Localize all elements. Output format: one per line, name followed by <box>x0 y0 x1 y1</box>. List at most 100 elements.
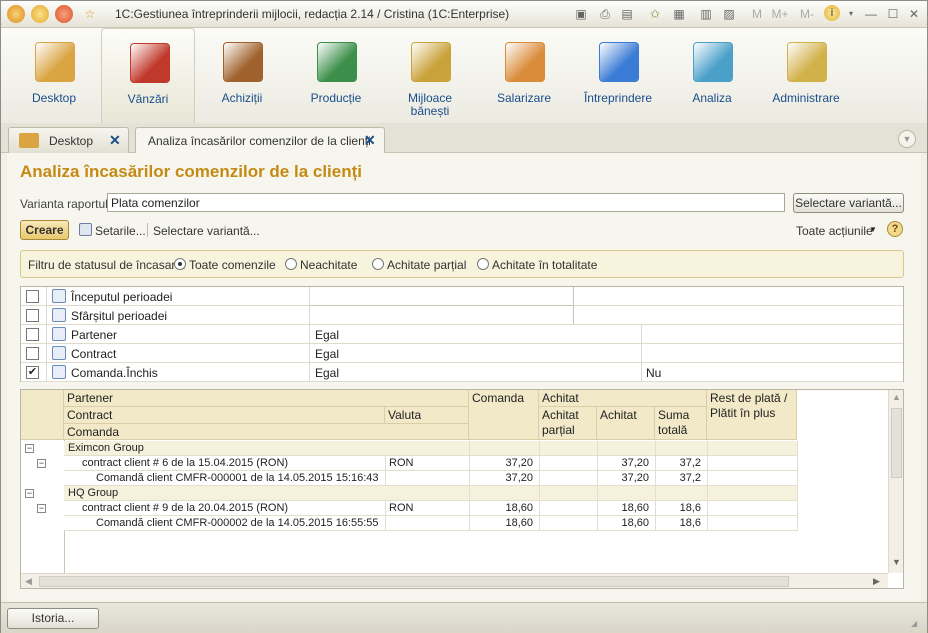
app-logo-icon[interactable] <box>7 5 25 23</box>
status-radio-label[interactable]: Achitate parțial <box>387 258 466 272</box>
all-actions-chevron-down-icon[interactable]: ▼ <box>869 225 877 234</box>
section-analysis-chart[interactable]: Analiza <box>665 28 759 123</box>
filter-label: Filtru de statusul de încasare: <box>28 258 186 272</box>
add-favorite-icon[interactable]: ✩ <box>647 6 663 22</box>
report-group-row[interactable] <box>64 486 797 501</box>
status-radio-label[interactable]: Toate comenzile <box>189 258 276 272</box>
status-radio-1[interactable] <box>285 258 297 270</box>
settings-field-name: Sfârșitul perioadei <box>71 309 168 323</box>
vertical-scrollbar[interactable]: ▲ ▼ <box>888 390 903 573</box>
tab-list-dropdown-icon[interactable]: ▼ <box>898 130 916 148</box>
report-cell-suma: 37,2 <box>679 457 701 469</box>
report-grid-line <box>539 501 540 516</box>
preview-icon[interactable]: ▤ <box>619 6 635 22</box>
print-icon[interactable]: ⎙ <box>597 6 613 22</box>
status-radio-3[interactable] <box>477 258 489 270</box>
favorite-icon[interactable]: ☆ <box>82 6 98 22</box>
history-button[interactable]: Istoria... <box>7 608 99 629</box>
favorites-icon[interactable]: ▦ <box>671 6 687 22</box>
period-date-field[interactable] <box>310 305 574 324</box>
scroll-right-icon[interactable]: ▶ <box>873 576 880 587</box>
select-variant-link[interactable]: Selectare variantă... <box>153 224 260 238</box>
settings-value[interactable]: Nu <box>646 366 661 380</box>
scroll-thumb-v[interactable] <box>891 408 902 478</box>
payroll-person-icon <box>505 42 545 82</box>
section-payroll-person[interactable]: Salarizare <box>477 28 571 123</box>
calculator-icon[interactable]: ▥ <box>698 6 714 22</box>
scroll-thumb-h[interactable] <box>39 576 789 587</box>
horizontal-scrollbar[interactable]: ◀ ▶ <box>21 573 888 588</box>
settings-condition[interactable]: Egal <box>315 366 339 380</box>
section-desktop[interactable]: Desktop <box>7 28 101 123</box>
report-grid-line <box>597 486 598 501</box>
section-production[interactable]: Producție <box>289 28 383 123</box>
save-icon[interactable]: ▣ <box>573 6 589 22</box>
memory-m-button[interactable]: M <box>749 6 765 22</box>
report-grid-line <box>797 456 798 471</box>
menu-icon[interactable] <box>31 5 49 23</box>
info-icon[interactable]: i <box>824 5 840 21</box>
report-row-name: HQ Group <box>68 487 119 499</box>
expand-collapse-icon[interactable]: − <box>25 489 34 498</box>
report-group-row[interactable] <box>64 441 797 456</box>
tab-report-close-icon[interactable]: ✕ <box>364 132 376 149</box>
tab-desktop[interactable]: Desktop ✕ <box>8 127 129 153</box>
section-administration-db[interactable]: Administrare <box>759 28 853 123</box>
tab-bar: Desktop ✕ Analiza încasărilor comenzilor… <box>1 123 927 153</box>
expand-collapse-icon[interactable]: − <box>37 504 46 513</box>
variant-field[interactable]: Plata comenzilor <box>107 193 785 212</box>
status-radio-2[interactable] <box>372 258 384 270</box>
section-money[interactable]: Mijloace bănești <box>383 28 477 123</box>
maximize-icon[interactable]: ☐ <box>885 6 901 22</box>
help-icon[interactable]: ? <box>887 221 903 237</box>
filter-field-icon <box>52 346 66 360</box>
close-icon[interactable]: ✕ <box>906 6 922 22</box>
settings-link[interactable]: Setarile... <box>95 224 146 238</box>
calendar-icon[interactable]: ▨ <box>721 6 737 22</box>
section-purchases-boxes[interactable]: Achiziții <box>195 28 289 123</box>
tab-report[interactable]: Analiza încasărilor comenzilor de la cli… <box>135 127 385 153</box>
section-sales-basket[interactable]: Vânzări <box>101 28 195 123</box>
desktop-tab-icon <box>19 133 39 148</box>
toolbar-divider <box>147 223 148 237</box>
production-icon <box>317 42 357 82</box>
report-grid-line <box>797 441 798 456</box>
info-menu-icon[interactable]: ▾ <box>843 6 859 22</box>
report-grid-line <box>469 516 470 531</box>
section-enterprise-building[interactable]: Întreprindere <box>571 28 665 123</box>
expand-collapse-icon[interactable]: − <box>37 459 46 468</box>
scroll-left-icon[interactable]: ◀ <box>25 576 32 587</box>
scroll-up-icon[interactable]: ▲ <box>892 392 901 402</box>
settings-checkbox[interactable] <box>26 328 39 341</box>
report-grid-line <box>539 486 540 501</box>
report-grid-line <box>597 441 598 456</box>
desktop-icon <box>35 42 75 82</box>
all-actions-menu[interactable]: Toate acțiunile <box>796 224 873 238</box>
tab-desktop-close-icon[interactable]: ✕ <box>109 132 121 149</box>
create-button[interactable]: Creare <box>20 220 69 240</box>
settings-checkbox[interactable] <box>26 347 39 360</box>
status-radio-label[interactable]: Neachitate <box>300 258 357 272</box>
enterprise-building-icon <box>599 42 639 82</box>
settings-checkbox[interactable]: ✔ <box>26 366 39 379</box>
status-radio-0[interactable] <box>174 258 186 270</box>
settings-icon[interactable] <box>79 223 92 236</box>
settings-col-divider <box>309 344 310 363</box>
report-cell-comanda: 37,20 <box>505 472 533 484</box>
memory-mminus-button[interactable]: M- <box>797 6 817 22</box>
memory-mplus-button[interactable]: M+ <box>770 6 790 22</box>
status-radio-label[interactable]: Achitate în totalitate <box>492 258 597 272</box>
header-suma-totala: Suma totală <box>655 407 707 440</box>
scroll-down-icon[interactable]: ▼ <box>892 557 901 567</box>
settings-checkbox[interactable] <box>26 290 39 303</box>
settings-condition[interactable]: Egal <box>315 328 339 342</box>
settings-checkbox[interactable] <box>26 309 39 322</box>
report-grid-line <box>655 501 656 516</box>
minimize-icon[interactable]: — <box>863 6 879 22</box>
period-date-field[interactable] <box>310 287 574 306</box>
settings-condition[interactable]: Egal <box>315 347 339 361</box>
select-variant-button[interactable]: Selectare variantă... <box>793 193 904 213</box>
report-grid-line <box>539 516 540 531</box>
close-circle-icon[interactable] <box>55 5 73 23</box>
expand-collapse-icon[interactable]: − <box>25 444 34 453</box>
